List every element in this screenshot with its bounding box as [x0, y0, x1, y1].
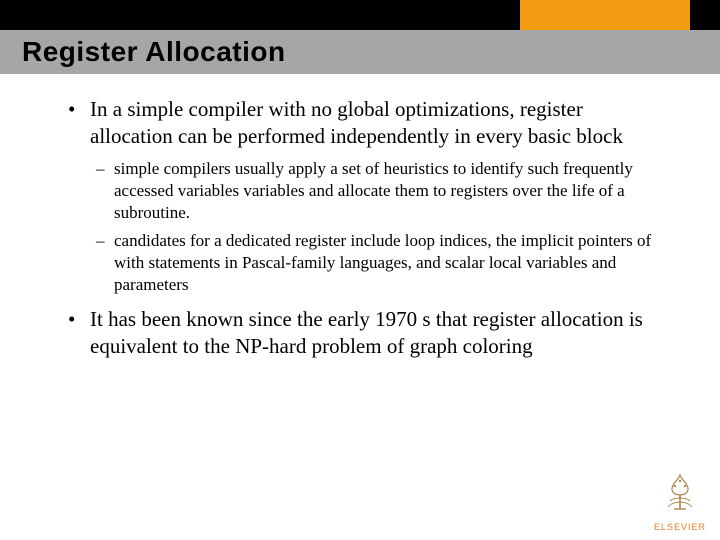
- sub-bullet-item: candidates for a dedicated register incl…: [90, 230, 660, 296]
- bullet-list: In a simple compiler with no global opti…: [60, 96, 660, 360]
- bullet-text: It has been known since the early 1970 s…: [90, 307, 643, 358]
- page-title: Register Allocation: [0, 36, 286, 68]
- slide: Register Allocation In a simple compiler…: [0, 0, 720, 540]
- sub-bullet-item: simple compilers usually apply a set of …: [90, 158, 660, 224]
- content-area: In a simple compiler with no global opti…: [60, 96, 660, 370]
- bullet-item: In a simple compiler with no global opti…: [60, 96, 660, 296]
- bullet-item: It has been known since the early 1970 s…: [60, 306, 660, 360]
- sub-bullet-text: candidates for a dedicated register incl…: [114, 231, 651, 294]
- sub-bullet-text: simple compilers usually apply a set of …: [114, 159, 633, 222]
- publisher-logo: ELSEVIER: [654, 471, 706, 532]
- bullet-text: In a simple compiler with no global opti…: [90, 97, 623, 148]
- top-orange-accent: [520, 0, 690, 30]
- sub-bullet-list: simple compilers usually apply a set of …: [90, 158, 660, 297]
- title-band: Register Allocation: [0, 30, 720, 74]
- elsevier-tree-icon: [658, 471, 702, 515]
- publisher-name: ELSEVIER: [654, 522, 706, 532]
